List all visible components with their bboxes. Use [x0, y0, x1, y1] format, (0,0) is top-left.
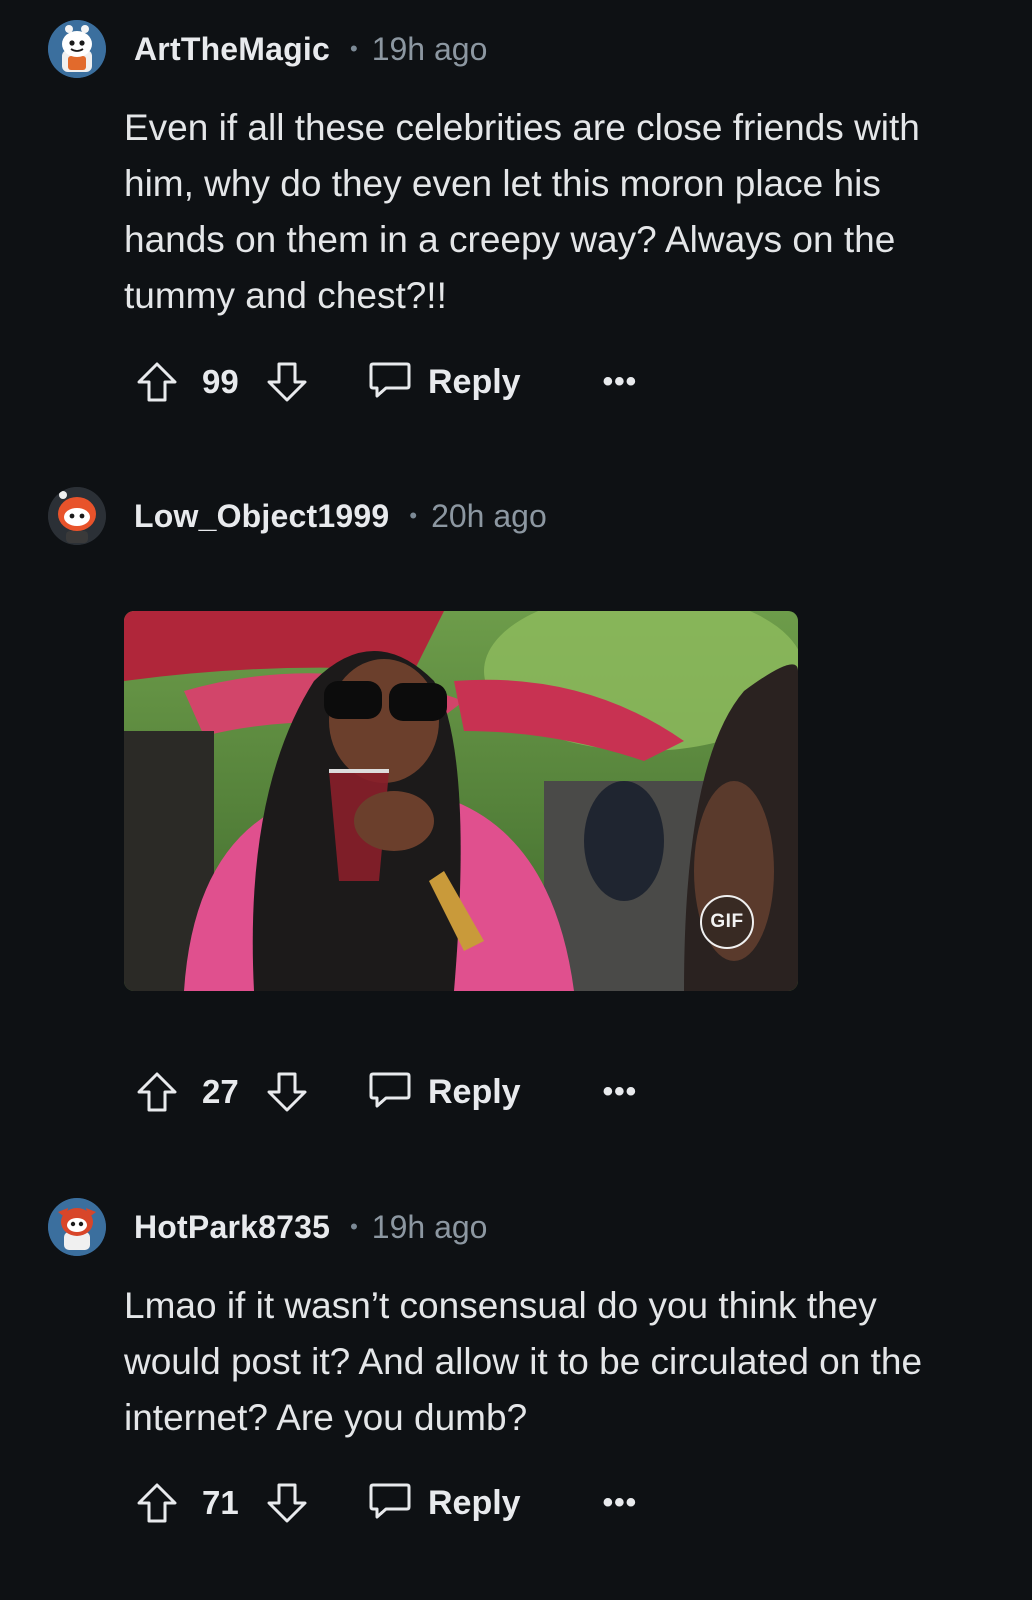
- comment-body: Lmao if it wasn’t consensual do you thin…: [124, 1285, 923, 1438]
- upvote-icon[interactable]: [134, 1069, 180, 1115]
- comment-bubble-icon: [368, 1481, 412, 1526]
- username[interactable]: Low_Object1999: [134, 498, 389, 535]
- gif-illustration: [124, 611, 798, 991]
- comment-bubble-icon: [368, 360, 412, 405]
- separator-dot: •: [350, 1214, 358, 1239]
- reply-label: Reply: [428, 1072, 521, 1111]
- gif-badge: GIF: [700, 895, 754, 949]
- reply-button[interactable]: Reply: [368, 1070, 521, 1115]
- reply-button[interactable]: Reply: [368, 1481, 521, 1526]
- downvote-icon[interactable]: [264, 359, 310, 405]
- separator-dot: •: [409, 503, 418, 528]
- comment-body: Even if all these celebrities are close …: [124, 107, 920, 316]
- upvote-icon[interactable]: [134, 359, 180, 405]
- avatar[interactable]: [48, 487, 106, 545]
- timestamp: 20h ago: [431, 497, 547, 534]
- vote-score: 71: [202, 1484, 239, 1521]
- timestamp: 19h ago: [371, 1208, 488, 1245]
- comment-bubble-icon: [368, 1070, 412, 1115]
- username[interactable]: ArtTheMagic: [134, 31, 330, 68]
- reply-button[interactable]: Reply: [368, 360, 521, 405]
- more-options-icon[interactable]: •••: [603, 1075, 638, 1109]
- avatar[interactable]: [48, 20, 106, 78]
- comment-header: HotPark8735 • 19h ago: [48, 1192, 487, 1262]
- vote-score: 27: [202, 1073, 239, 1110]
- reply-label: Reply: [428, 362, 521, 401]
- vote-score: 99: [202, 363, 239, 400]
- comment-header: ArtTheMagic • 19h ago: [48, 14, 487, 84]
- upvote-icon[interactable]: [134, 1480, 180, 1526]
- gif-image[interactable]: GIF: [124, 611, 798, 991]
- separator-dot: •: [350, 36, 358, 61]
- timestamp: 19h ago: [371, 30, 488, 67]
- comment-header: Low_Object1999 • 20h ago: [48, 481, 547, 551]
- downvote-icon[interactable]: [264, 1069, 310, 1115]
- more-options-icon[interactable]: •••: [603, 1486, 638, 1520]
- comment-actions: 99 Reply •••: [134, 352, 637, 412]
- comment-actions: 71 Reply •••: [134, 1473, 637, 1533]
- avatar[interactable]: [48, 1198, 106, 1256]
- username[interactable]: HotPark8735: [134, 1209, 330, 1246]
- downvote-icon[interactable]: [264, 1480, 310, 1526]
- comment-actions: 27 Reply •••: [134, 1062, 637, 1122]
- more-options-icon[interactable]: •••: [603, 365, 638, 399]
- reply-label: Reply: [428, 1483, 521, 1522]
